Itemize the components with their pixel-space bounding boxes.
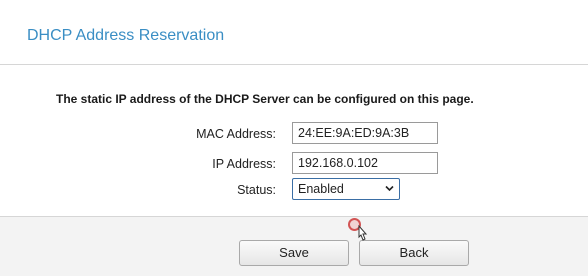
status-label: Status: (237, 183, 276, 197)
mouse-cursor-icon (358, 225, 368, 241)
ip-address-row: IP Address: (0, 152, 588, 176)
page-title: DHCP Address Reservation (27, 27, 225, 44)
status-selected-value: Enabled (298, 182, 344, 196)
chevron-down-icon (385, 185, 394, 192)
title-divider (0, 64, 588, 65)
status-row: Status: Enabled (0, 178, 588, 202)
ip-address-input[interactable] (292, 152, 438, 174)
mac-address-input[interactable] (292, 122, 438, 144)
back-button[interactable]: Back (359, 240, 469, 266)
page-description: The static IP address of the DHCP Server… (56, 92, 474, 106)
save-button[interactable]: Save (239, 240, 349, 266)
ip-address-label: IP Address: (212, 157, 276, 171)
mac-address-row: MAC Address: (0, 122, 588, 146)
mac-address-label: MAC Address: (196, 127, 276, 141)
status-select[interactable]: Enabled (292, 178, 400, 200)
